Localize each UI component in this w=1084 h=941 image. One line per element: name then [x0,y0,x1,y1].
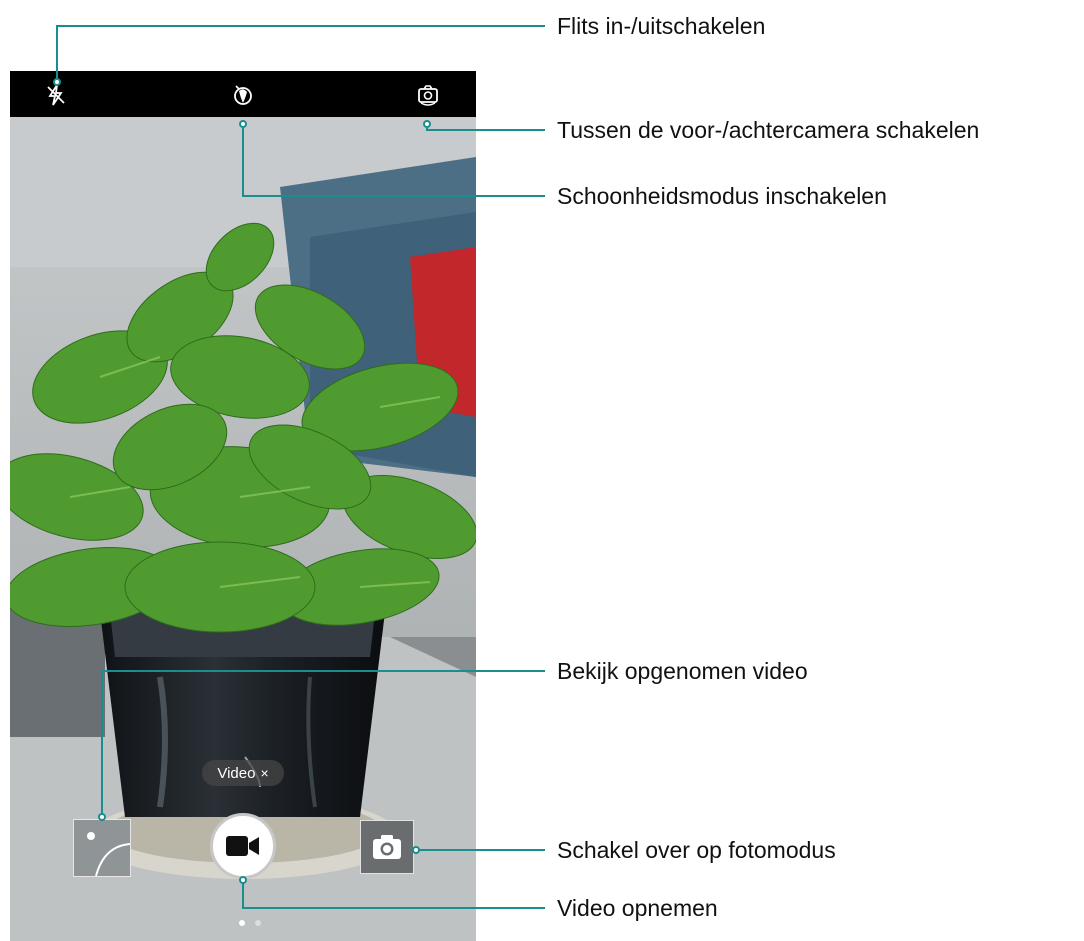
video-mode-chip[interactable]: Video × [202,760,284,786]
video-camera-icon [226,836,259,856]
camera-top-bar [10,71,476,117]
close-icon[interactable]: × [260,765,268,781]
beauty-mode-icon[interactable] [230,82,256,108]
callout-photo-mode: Schakel over op fotomodus [557,837,836,863]
flash-off-icon[interactable] [43,82,69,108]
record-video-button[interactable] [210,813,276,879]
switch-to-photo-button[interactable] [360,820,414,874]
video-mode-label: Video [217,764,256,782]
callout-view-video: Bekijk opgenomen video [557,658,808,684]
page-dot [255,920,261,926]
callout-record-video: Video opnemen [557,895,718,921]
gallery-thumbnail[interactable] [73,819,131,877]
switch-camera-icon[interactable] [415,82,441,108]
callout-flash: Flits in-/uitschakelen [557,13,766,39]
callout-beauty-mode: Schoonheidsmodus inschakelen [557,183,887,209]
page-dot-active [239,920,245,926]
gallery-image-icon [87,832,131,877]
page-indicator [236,920,266,928]
callout-switch-camera: Tussen de voor-/achtercamera schakelen [557,117,980,143]
camera-screen: Video × [10,71,476,941]
camera-icon [373,835,401,859]
